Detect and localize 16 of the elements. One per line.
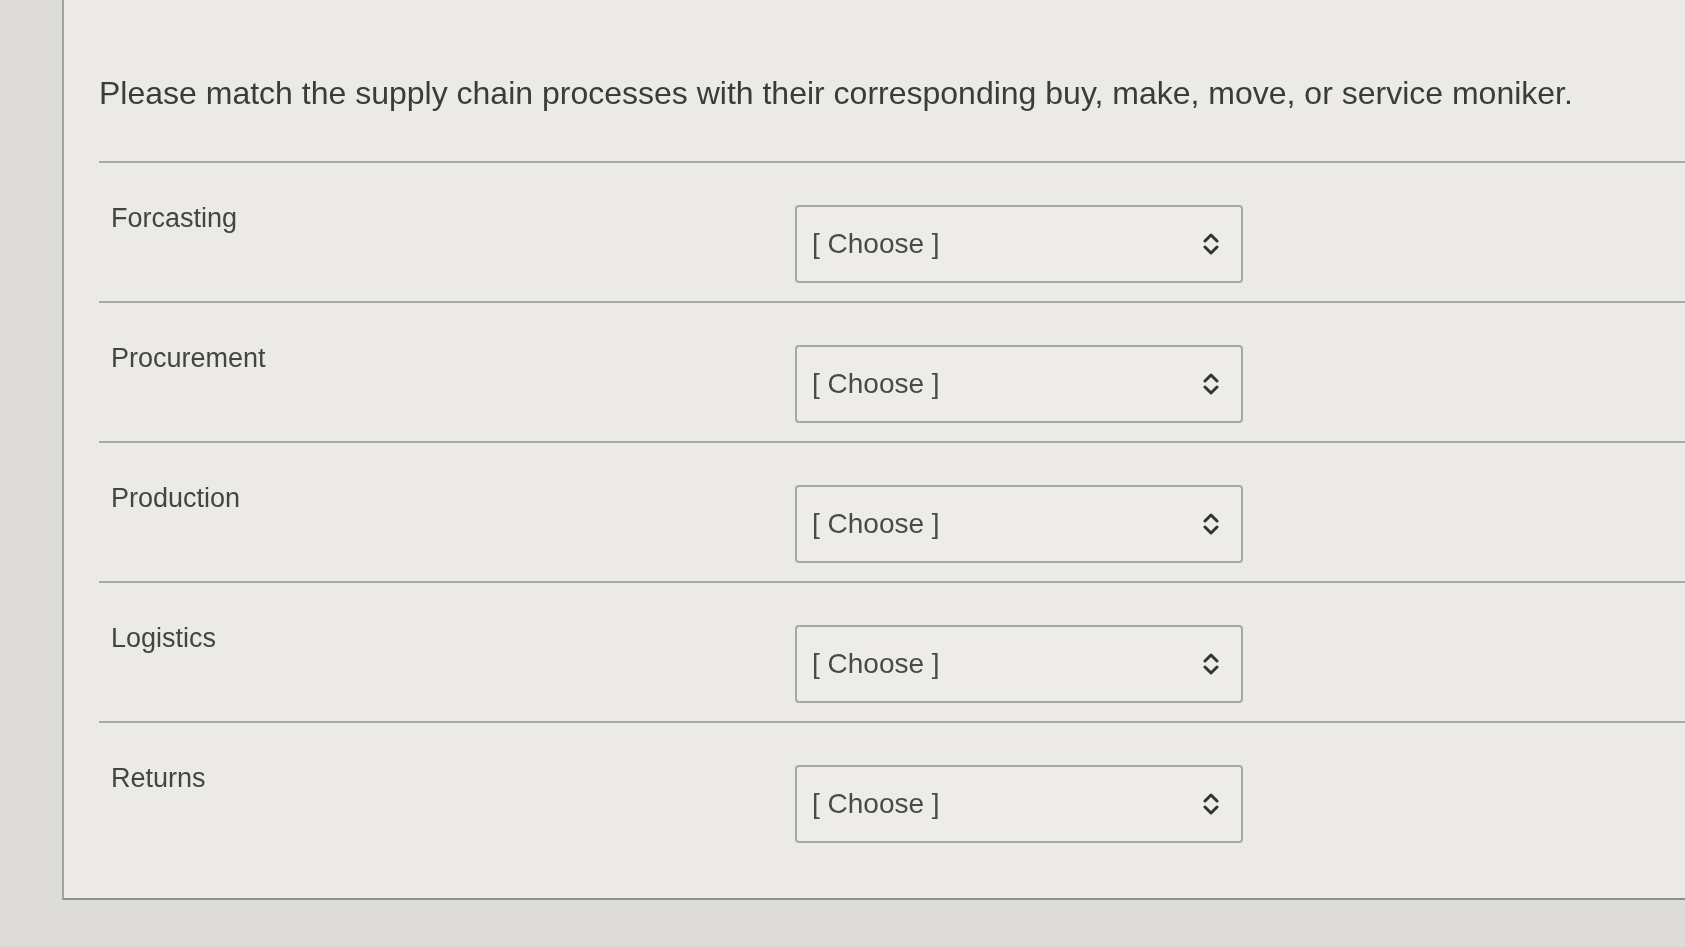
question-prompt: Please match the supply chain processes with their corresponding buy, make, move, or service moniker. <box>99 74 1573 112</box>
chevron-up-down-icon <box>1203 653 1219 675</box>
answer-select[interactable]: [ Choose ] <box>795 485 1243 563</box>
chevron-up-down-icon <box>1203 513 1219 535</box>
chevron-up-down-icon <box>1203 373 1219 395</box>
answer-select[interactable]: [ Choose ] <box>795 345 1243 423</box>
chevron-up-down-icon <box>1203 233 1219 255</box>
process-label: Forcasting <box>111 202 238 235</box>
process-label: Logistics <box>111 622 217 655</box>
process-label: Procurement <box>111 342 266 375</box>
answer-select[interactable]: [ Choose ] <box>795 625 1243 703</box>
process-label: Returns <box>111 762 206 795</box>
process-label: Production <box>111 482 241 515</box>
answer-select[interactable]: [ Choose ] <box>795 205 1243 283</box>
chevron-up-down-icon <box>1203 793 1219 815</box>
answer-select[interactable]: [ Choose ] <box>795 765 1243 843</box>
